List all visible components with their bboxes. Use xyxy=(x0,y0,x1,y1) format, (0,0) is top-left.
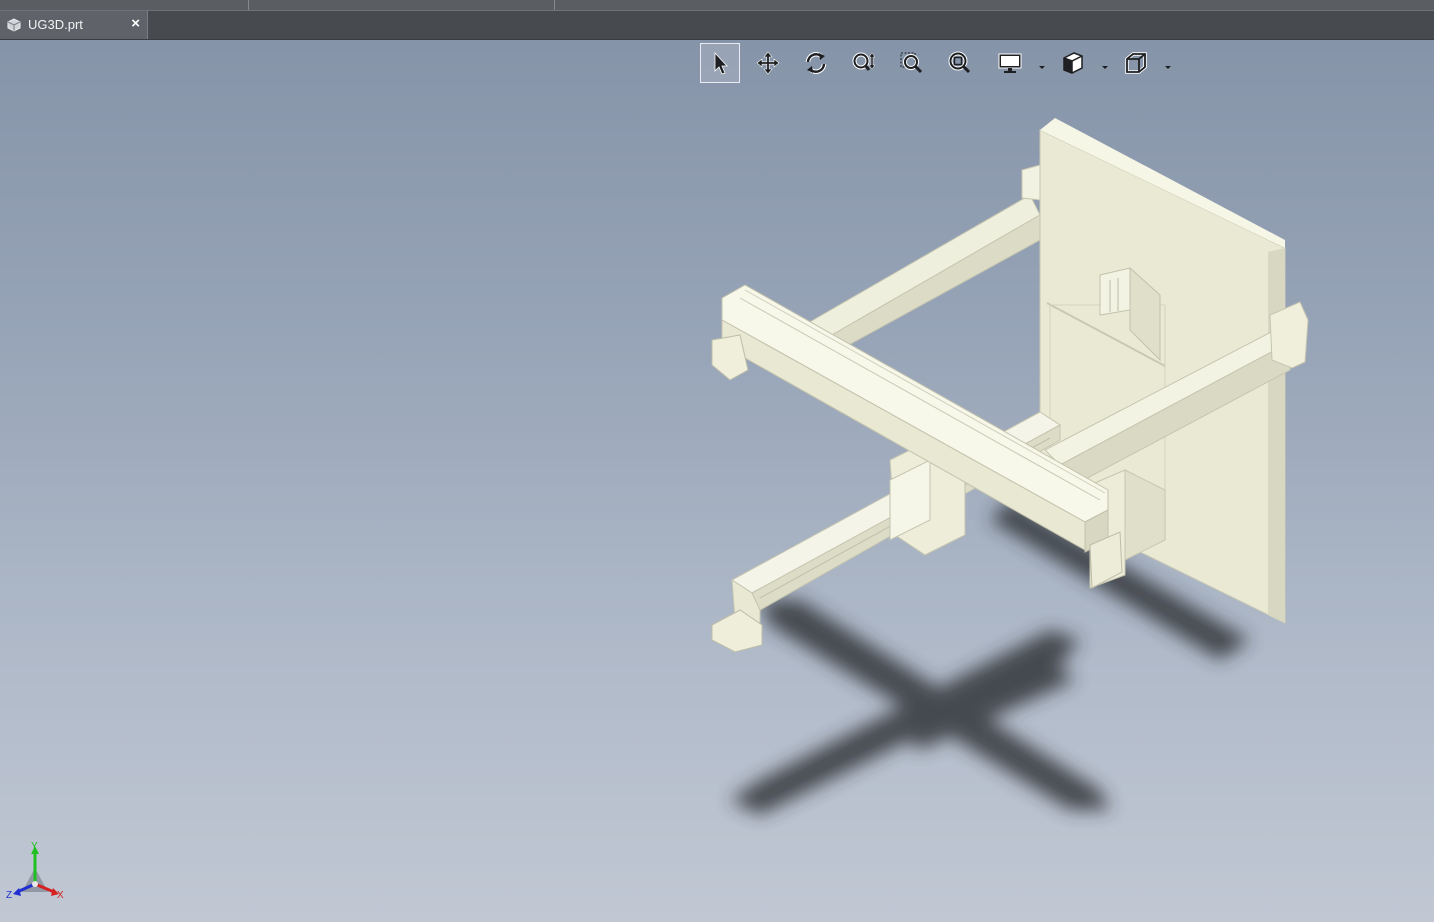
close-icon[interactable]: × xyxy=(131,15,140,32)
graphics-viewport[interactable]: Y X Z xyxy=(0,40,1434,922)
cube-view-icon xyxy=(1125,52,1147,74)
monitor-icon xyxy=(998,53,1022,73)
top-strip xyxy=(0,0,1434,11)
triad-x-label: X xyxy=(57,890,64,901)
triad-y-label: Y xyxy=(31,841,38,852)
select-tool-button[interactable] xyxy=(700,43,740,83)
section-view-tool-button[interactable] xyxy=(1053,43,1093,83)
rotate-icon xyxy=(805,52,827,74)
zoom-icon xyxy=(852,52,876,71)
document-tab[interactable]: UG3D.prt × xyxy=(0,11,148,39)
display-style-tool-button[interactable] xyxy=(990,43,1030,83)
coordinate-triad-icon: Y X Z xyxy=(6,841,64,901)
chevron-down-icon[interactable] xyxy=(1163,59,1173,69)
zoom-window-tool-button[interactable] xyxy=(892,43,932,83)
chevron-down-icon[interactable] xyxy=(1100,59,1110,69)
arrow-cursor-icon xyxy=(714,51,728,75)
view-toolbar xyxy=(700,43,1180,85)
part-file-icon xyxy=(6,18,22,32)
pan-tool-button[interactable] xyxy=(748,43,788,83)
rotate-tool-button[interactable] xyxy=(796,43,836,83)
strip-divider xyxy=(554,0,555,10)
document-tab-bar: UG3D.prt × xyxy=(0,11,1434,40)
3d-model[interactable] xyxy=(0,40,1434,922)
move-arrows-icon xyxy=(756,51,780,75)
view-orientation-tool-button[interactable] xyxy=(1116,43,1156,83)
chevron-down-icon[interactable] xyxy=(1037,59,1047,69)
upper-back-beam xyxy=(807,164,1041,359)
zoom-window-icon xyxy=(900,52,923,74)
zoom-fit-tool-button[interactable] xyxy=(940,43,980,83)
triad-z-label: Z xyxy=(6,890,12,901)
tab-label: UG3D.prt xyxy=(28,17,83,32)
strip-divider xyxy=(248,0,249,10)
zoom-tool-button[interactable] xyxy=(844,43,884,83)
section-icon xyxy=(1063,52,1083,74)
zoom-fit-icon xyxy=(948,51,971,74)
